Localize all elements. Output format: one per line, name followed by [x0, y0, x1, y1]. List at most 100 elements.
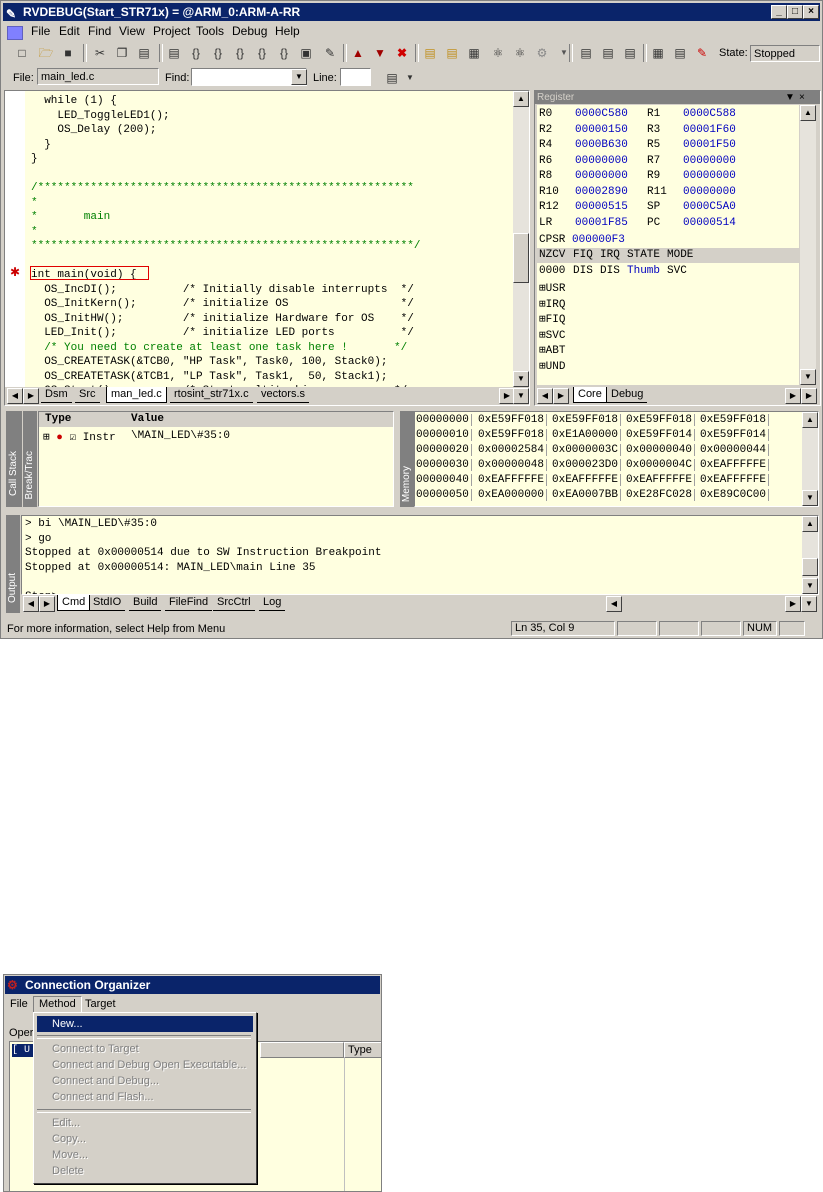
menu-debug[interactable]: Debug: [232, 22, 267, 41]
expand-icon[interactable]: ⊞: [539, 314, 546, 326]
menu-edit[interactable]: Edit: [59, 22, 80, 41]
copy-icon[interactable]: ❐: [113, 44, 131, 62]
command-output[interactable]: > bi \MAIN_LED\#35:0 > go Stopped at 0x000…: [21, 515, 819, 595]
memory-cell[interactable]: 0x00000044: [700, 444, 770, 456]
scroll-thumb[interactable]: [513, 233, 529, 283]
menu-item-connect-target[interactable]: Connect to Target: [37, 1041, 253, 1057]
out-scroll-thumb[interactable]: [802, 558, 818, 576]
source-code-area[interactable]: while (1) { LED_ToggleLED1(); OS_Delay (…: [25, 91, 515, 397]
memory-cell[interactable]: 0xEAFFFFFE: [700, 474, 770, 486]
mem-scroll-down-icon[interactable]: ▼: [802, 490, 818, 506]
memory-cell[interactable]: 0xE59FF018: [478, 414, 548, 426]
step-over-icon[interactable]: {}: [209, 44, 227, 62]
delete-breakpoint-icon[interactable]: ✖: [393, 44, 411, 62]
mem-scroll-up-icon[interactable]: ▲: [802, 412, 818, 428]
tab-debug[interactable]: Debug: [607, 387, 648, 403]
minimize-button[interactable]: _: [771, 5, 787, 19]
reload-icon[interactable]: ▤: [443, 44, 461, 62]
expand-icon[interactable]: ⊞: [539, 299, 546, 311]
menu-item-connect-debug[interactable]: Connect and Debug...: [37, 1073, 253, 1089]
out-hscroll-right-icon[interactable]: ▶: [785, 596, 801, 612]
register-list[interactable]: R0 0000C580 R1 0000C588 R2 00000150 R3 00001F60…: [537, 105, 799, 385]
memory-cell[interactable]: 0xE1A00000: [552, 429, 622, 441]
find-dropdown-icon[interactable]: ▼: [291, 69, 307, 85]
reg-scroll-down-icon[interactable]: ▼: [800, 369, 816, 385]
memory-cell[interactable]: 0xEA0007BB: [552, 489, 622, 501]
menu-view[interactable]: View: [119, 22, 145, 41]
tab-scroll-left-icon[interactable]: ◀: [7, 388, 23, 404]
reg-scroll-up-icon[interactable]: ▲: [800, 105, 816, 121]
register-group[interactable]: ⊞FIQ: [539, 312, 565, 326]
step-into-icon[interactable]: {}: [231, 44, 249, 62]
register-group[interactable]: ⊞IRQ: [539, 297, 565, 311]
memory-cell[interactable]: 0xEAFFFFFE: [700, 459, 770, 471]
breakpoint-marker-icon[interactable]: ✱: [10, 265, 20, 279]
tab-log[interactable]: Log: [259, 595, 286, 611]
arrow-down-icon[interactable]: ▼: [371, 44, 389, 62]
memory-cell[interactable]: 0xEAFFFFFE: [552, 474, 622, 486]
memory-cell[interactable]: 0xEAFFFFFE: [478, 474, 548, 486]
output-scrollbar[interactable]: ▲ ▼: [802, 516, 818, 594]
expand-icon[interactable]: ⊞: [539, 283, 546, 295]
menu-find[interactable]: Find: [88, 22, 111, 41]
co-menu-target[interactable]: Target: [85, 995, 116, 1013]
register-scrollbar[interactable]: ▲ ▼: [800, 105, 816, 385]
tab-man-led[interactable]: man_led.c: [106, 387, 167, 403]
step-icon[interactable]: {}: [187, 44, 205, 62]
out-hscroll-left-icon[interactable]: ◀: [606, 596, 622, 612]
tab-build[interactable]: Build: [129, 595, 162, 611]
menu-file[interactable]: File: [31, 22, 50, 41]
menu-tools[interactable]: Tools: [196, 22, 224, 41]
expand-icon[interactable]: ⊞: [539, 361, 546, 373]
menu-project[interactable]: Project: [153, 22, 190, 41]
close-button[interactable]: ×: [803, 5, 819, 19]
expand-icon[interactable]: ⊞: [539, 345, 546, 357]
menu-item-delete[interactable]: Delete: [37, 1163, 253, 1179]
memory-cell[interactable]: 0x00000048: [478, 459, 548, 471]
memory-cell[interactable]: 0xE59FF014: [626, 429, 696, 441]
tab-filefind[interactable]: FileFind: [165, 595, 213, 611]
register-group[interactable]: ⊞SVC: [539, 328, 565, 342]
tab-scroll-right-icon[interactable]: ▶: [23, 388, 39, 404]
expand-icon[interactable]: ⊞: [43, 432, 50, 444]
menu-item-move[interactable]: Move...: [37, 1147, 253, 1163]
memory-cell[interactable]: 0xE59FF018: [700, 414, 770, 426]
edit-icon[interactable]: ✎: [321, 44, 339, 62]
tab-src[interactable]: Src: [75, 387, 100, 403]
tab-rtosint[interactable]: rtosint_str71x.c: [170, 387, 253, 403]
memory-cell[interactable]: 0xEA000000: [478, 489, 548, 501]
menu-help[interactable]: Help: [275, 22, 300, 41]
memory-cell[interactable]: 0xEAFFFFFE: [626, 474, 696, 486]
tab-stdio[interactable]: StdIO: [89, 595, 126, 611]
help-icon[interactable]: ✎: [693, 44, 711, 62]
maximize-button[interactable]: □: [787, 5, 803, 19]
tab-dsm[interactable]: Dsm: [41, 387, 72, 403]
call-stack-tab[interactable]: Call Stack: [6, 411, 22, 507]
register-close-icon[interactable]: ×: [799, 91, 805, 104]
menu-item-connect-debug-open[interactable]: Connect and Debug Open Executable...: [37, 1057, 253, 1073]
run-icon[interactable]: ▤: [165, 44, 183, 62]
output-tab[interactable]: Output: [6, 515, 20, 613]
tab-vectors[interactable]: vectors.s: [257, 387, 310, 403]
out-scroll-up-icon[interactable]: ▲: [802, 516, 818, 532]
memory-tab[interactable]: Memory: [400, 411, 414, 507]
memory-cell[interactable]: 0x00000040: [626, 444, 696, 456]
register-group[interactable]: ⊞USR: [539, 281, 565, 295]
memory-cell[interactable]: 0x00002584: [478, 444, 548, 456]
layout-2-icon[interactable]: ▤: [599, 44, 617, 62]
out-scroll-down-icon[interactable]: ▼: [802, 578, 818, 594]
find-input[interactable]: [191, 68, 307, 86]
scroll-down-icon[interactable]: ▼: [513, 371, 529, 387]
memory-cell[interactable]: 0xE28FC028: [626, 489, 696, 501]
co-list-item[interactable]: [ U: [12, 1044, 34, 1057]
cut-icon[interactable]: ✂: [91, 44, 109, 62]
reg-tab-left-icon[interactable]: ◀: [537, 388, 553, 404]
co-menu-method[interactable]: Method: [33, 996, 82, 1013]
register-group[interactable]: ⊞UND: [539, 359, 565, 373]
reg-hscroll-left-icon[interactable]: ▶: [801, 388, 817, 404]
load-image-icon[interactable]: ▤: [421, 44, 439, 62]
run-to-icon[interactable]: {}: [275, 44, 293, 62]
memory-cell[interactable]: 0xE59FF014: [700, 429, 770, 441]
memory-scrollbar[interactable]: ▲ ▼: [802, 412, 818, 506]
line-input[interactable]: [340, 68, 371, 86]
